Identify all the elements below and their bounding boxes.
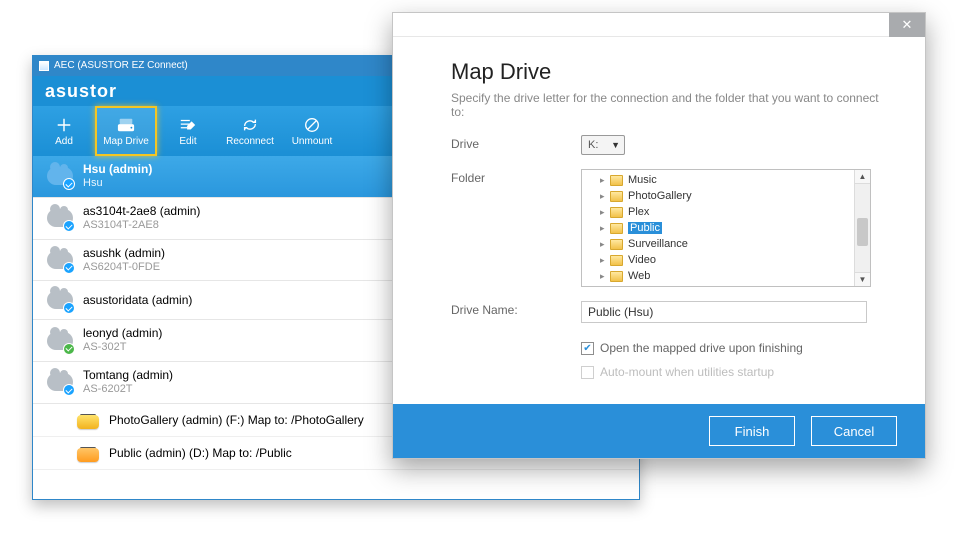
caret-down-icon: ▼	[611, 140, 620, 150]
tree-item-photogallery[interactable]: ▸PhotoGallery	[582, 188, 854, 204]
share-name: Public (admin) (D:)	[109, 446, 209, 460]
tool-label: Reconnect	[226, 136, 274, 147]
tool-reconnect[interactable]: Reconnect	[219, 106, 281, 156]
scroll-up-icon[interactable]: ▲	[855, 170, 870, 184]
cloud-icon	[47, 247, 73, 273]
label-drive-name: Drive Name:	[451, 301, 581, 317]
nas-name: Tomtang (admin)	[83, 368, 173, 383]
tree-item-music[interactable]: ▸Music	[582, 172, 854, 188]
map-drive-dialog: ✕ Map Drive Specify the drive letter for…	[392, 12, 926, 459]
tool-label: Map Drive	[103, 136, 149, 147]
dialog-title: Map Drive	[451, 59, 885, 85]
nas-name: asustoridata (admin)	[83, 293, 192, 308]
nas-name: leonyd (admin)	[83, 326, 162, 341]
finish-button[interactable]: Finish	[709, 416, 795, 446]
drive-orange-icon	[77, 443, 99, 463]
tool-map-drive[interactable]: Map Drive	[95, 106, 157, 156]
cancel-button[interactable]: Cancel	[811, 416, 897, 446]
label-drive: Drive	[451, 135, 581, 151]
nas-sub: AS6204T-0FDE	[83, 261, 165, 275]
close-icon: ✕	[902, 17, 913, 33]
check-open-mapped[interactable]: ✔ Open the mapped drive upon finishing	[581, 339, 885, 355]
folder-icon	[610, 207, 623, 218]
scroll-thumb[interactable]	[857, 218, 868, 246]
cloud-icon	[47, 328, 73, 354]
label-folder: Folder	[451, 169, 581, 185]
check-label: Auto-mount when utilities startup	[600, 365, 774, 379]
drive-value: K:	[588, 139, 598, 151]
tree-item-web[interactable]: ▸Web	[582, 268, 854, 284]
folder-icon	[610, 175, 623, 186]
checkbox-icon	[581, 366, 594, 379]
tool-label: Add	[55, 136, 73, 147]
nas-name: Hsu (admin)	[83, 162, 152, 177]
folder-icon	[610, 191, 623, 202]
app-icon	[39, 61, 49, 71]
nas-sub: AS3104T-2AE8	[83, 219, 200, 233]
plus-icon	[54, 116, 74, 134]
drive-yellow-icon	[77, 410, 99, 430]
nas-name: asushk (admin)	[83, 246, 165, 261]
drive-icon	[116, 116, 136, 134]
dialog-desc: Specify the drive letter for the connect…	[451, 91, 885, 119]
cloud-icon	[47, 205, 73, 231]
share-path: Map to: /Public	[212, 446, 291, 460]
dialog-footer: Finish Cancel	[393, 404, 925, 458]
drive-name-input[interactable]	[581, 301, 867, 323]
tree-item-plex[interactable]: ▸Plex	[582, 204, 854, 220]
brand-text: asustor	[45, 81, 117, 102]
tool-add[interactable]: Add	[33, 106, 95, 156]
dialog-titlebar[interactable]: ✕	[393, 13, 925, 37]
cloud-user-icon	[47, 163, 73, 189]
unmount-icon	[302, 116, 322, 134]
folder-icon	[610, 271, 623, 282]
close-button[interactable]: ✕	[889, 13, 925, 37]
share-name: PhotoGallery (admin) (F:)	[109, 413, 244, 427]
tree-item-surveillance[interactable]: ▸Surveillance	[582, 236, 854, 252]
reconnect-icon	[240, 116, 260, 134]
cloud-icon	[47, 287, 73, 313]
checkbox-icon: ✔	[581, 342, 594, 355]
cloud-icon	[47, 369, 73, 395]
tool-unmount[interactable]: Unmount	[281, 106, 343, 156]
drive-select[interactable]: K: ▼	[581, 135, 625, 155]
tool-label: Edit	[179, 136, 196, 147]
nas-sub: AS-6202T	[83, 383, 173, 397]
folder-icon	[610, 223, 623, 234]
check-auto-mount[interactable]: Auto-mount when utilities startup	[581, 363, 885, 379]
check-label: Open the mapped drive upon finishing	[600, 341, 803, 355]
nas-sub: Hsu	[83, 177, 152, 191]
scrollbar[interactable]: ▲ ▼	[854, 170, 870, 286]
folder-tree: ▸Music ▸PhotoGallery ▸Plex ▸Public ▸Surv…	[581, 169, 871, 287]
scroll-down-icon[interactable]: ▼	[855, 272, 870, 286]
tree-item-public[interactable]: ▸Public	[582, 220, 854, 236]
share-path: Map to: /PhotoGallery	[248, 413, 364, 427]
folder-icon	[610, 239, 623, 250]
nas-name: as3104t-2ae8 (admin)	[83, 204, 200, 219]
tool-label: Unmount	[292, 136, 333, 147]
tree-item-video[interactable]: ▸Video	[582, 252, 854, 268]
nas-sub: AS-302T	[83, 341, 162, 355]
folder-icon	[610, 255, 623, 266]
tool-edit[interactable]: Edit	[157, 106, 219, 156]
aec-title: AEC (ASUSTOR EZ Connect)	[54, 60, 188, 71]
edit-icon	[178, 116, 198, 134]
folder-tree-list[interactable]: ▸Music ▸PhotoGallery ▸Plex ▸Public ▸Surv…	[582, 170, 854, 286]
